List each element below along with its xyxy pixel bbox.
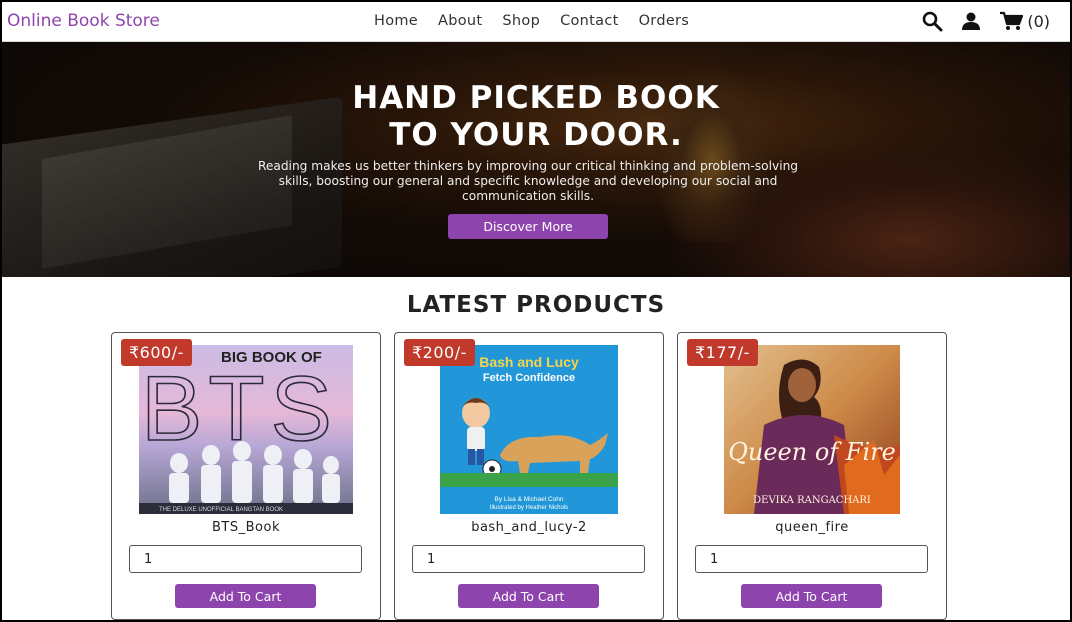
- product-name: bash_and_lucy-2: [471, 520, 587, 535]
- logo[interactable]: Online Book Store: [7, 11, 160, 31]
- cover-title: Queen of Fire: [728, 438, 896, 466]
- hero-title-line2: TO YOUR DOOR.: [389, 117, 683, 153]
- quantity-input[interactable]: [695, 545, 928, 573]
- price-badge: ₹600/-: [121, 339, 192, 366]
- header: Online Book Store Home About Shop Contac…: [2, 2, 1070, 42]
- hero-description: Reading makes us better thinkers by impr…: [257, 159, 799, 203]
- discover-more-button[interactable]: Discover More: [448, 214, 608, 239]
- product-card: ₹200/- Bash and Lucy Fetch Confidence By…: [394, 332, 664, 620]
- user-icon[interactable]: [961, 11, 981, 31]
- product-card: ₹600/- BIG BOOK OF BTS THE DELUXE UNOFFI…: [111, 332, 381, 620]
- product-card: ₹177/- Queen of Fire DEVIKA RANGACHARI q…: [677, 332, 947, 620]
- product-grid: ₹600/- BIG BOOK OF BTS THE DELUXE UNOFFI…: [111, 332, 947, 620]
- price-badge: ₹200/-: [404, 339, 475, 366]
- price-badge: ₹177/-: [687, 339, 758, 366]
- product-image[interactable]: Bash and Lucy Fetch Confidence By Lisa &…: [440, 345, 618, 514]
- nav-home[interactable]: Home: [374, 13, 418, 29]
- product-name: BTS_Book: [212, 520, 280, 535]
- cart-count: (0): [1027, 11, 1050, 31]
- cover-author: By Lisa & Michael Cohn: [494, 496, 563, 503]
- hero-title-line1: HAND PICKED BOOK: [352, 80, 720, 116]
- cover-illustrator: Illustrated by Heather Nichols: [490, 505, 568, 511]
- hero-title: HAND PICKED BOOK TO YOUR DOOR.: [2, 80, 1070, 154]
- nav-contact[interactable]: Contact: [560, 13, 619, 29]
- nav-about[interactable]: About: [438, 13, 482, 29]
- product-name: queen_fire: [775, 520, 849, 535]
- cart-button[interactable]: (0): [999, 11, 1050, 31]
- product-image[interactable]: BIG BOOK OF BTS THE DELUXE UNOFFICIAL BA…: [139, 345, 353, 514]
- nav-orders[interactable]: Orders: [639, 13, 690, 29]
- quantity-input[interactable]: [412, 545, 645, 573]
- add-to-cart-button[interactable]: Add To Cart: [175, 584, 316, 608]
- cover-author: DEVIKA RANGACHARI: [753, 495, 871, 506]
- cart-icon: [999, 11, 1024, 31]
- main-nav: Home About Shop Contact Orders: [374, 13, 689, 29]
- cover-subtitle: THE DELUXE UNOFFICIAL BANGTAN BOOK: [159, 507, 283, 513]
- section-title: LATEST PRODUCTS: [406, 292, 666, 318]
- quantity-input[interactable]: [129, 545, 362, 573]
- search-icon[interactable]: [921, 10, 943, 32]
- cover-subtitle: Fetch Confidence: [483, 372, 575, 384]
- add-to-cart-button[interactable]: Add To Cart: [741, 584, 882, 608]
- add-to-cart-button[interactable]: Add To Cart: [458, 584, 599, 608]
- page-frame: Online Book Store Home About Shop Contac…: [0, 0, 1072, 622]
- product-image[interactable]: Queen of Fire DEVIKA RANGACHARI: [724, 345, 900, 514]
- cover-title: Bash and Lucy: [479, 354, 579, 370]
- header-icons: (0): [921, 10, 1050, 32]
- hero-banner: HAND PICKED BOOK TO YOUR DOOR. Reading m…: [2, 42, 1070, 277]
- nav-shop[interactable]: Shop: [502, 13, 540, 29]
